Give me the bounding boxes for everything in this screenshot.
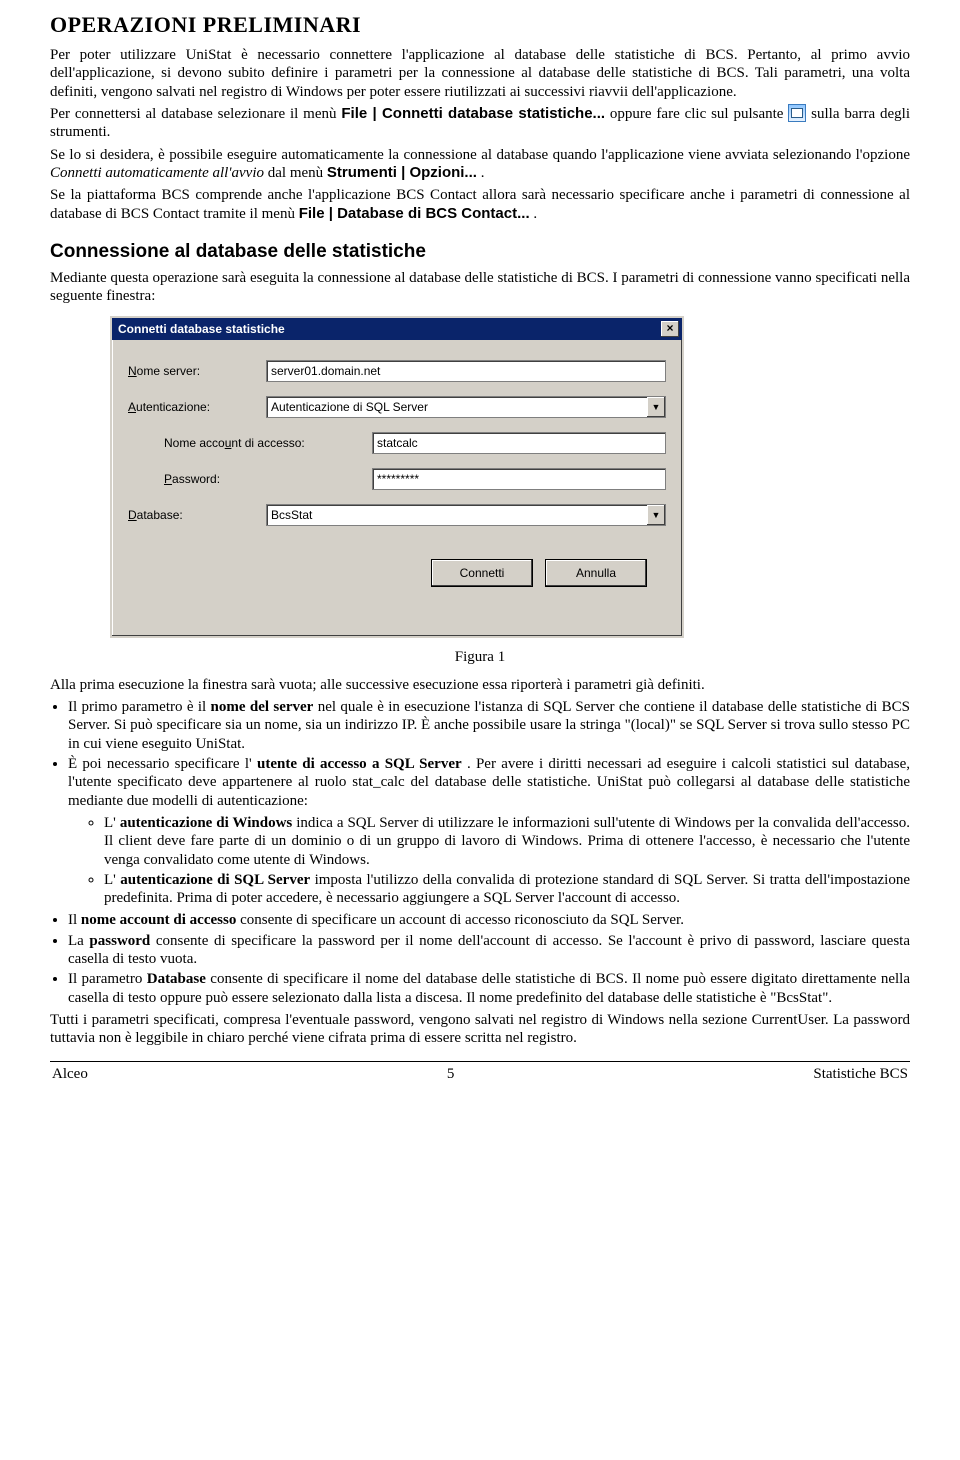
term-password: password — [89, 933, 150, 949]
text: Se lo si desidera, è possibile eseguire … — [50, 147, 910, 163]
list-item: È poi necessario specificare l' utente d… — [68, 755, 910, 907]
dialog-body: Nome server: server01.domain.net Autenti… — [112, 340, 682, 636]
footer-divider — [50, 1061, 910, 1062]
auth-value: Autenticazione di SQL Server — [271, 397, 428, 417]
text: L' — [104, 872, 116, 888]
text: consente di specificare la password per … — [68, 933, 910, 967]
text: Il primo parametro è il — [68, 699, 211, 715]
label-database: Database: — [128, 508, 266, 522]
closing-paragraph: Tutti i parametri specificati, compresa … — [50, 1011, 910, 1048]
text: Il — [68, 912, 81, 928]
list-item: Il nome account di accesso consente di s… — [68, 911, 910, 929]
text: . — [533, 206, 537, 222]
intro-paragraph-2: Per connettersi al database selezionare … — [50, 105, 910, 142]
text: oppure fare clic sul pulsante — [610, 106, 788, 122]
term-utente-accesso: utente di accesso a SQL Server — [257, 756, 462, 772]
dialog-title: Connetti database statistiche — [118, 322, 285, 336]
label-password: Password: — [128, 472, 372, 486]
intro-paragraph-4: Se la piattaforma BCS comprende anche l'… — [50, 186, 910, 223]
menu-ref-file-connetti: File | Connetti database statistiche... — [341, 105, 605, 122]
page-heading: OPERAZIONI PRELIMINARI — [50, 12, 910, 38]
list-item: La password consente di specificare la p… — [68, 932, 910, 969]
cancel-button[interactable]: Annulla — [546, 560, 646, 586]
label-auth: Autenticazione: — [128, 400, 266, 414]
nested-list: L' autenticazione di Windows indica a SQ… — [104, 814, 910, 907]
term-nome-server: nome del server — [211, 699, 314, 715]
text: . — [481, 165, 485, 181]
intro-paragraph-3: Se lo si desidera, è possibile eseguire … — [50, 146, 910, 183]
list-item: Il primo parametro è il nome del server … — [68, 698, 910, 753]
chevron-down-icon[interactable]: ▼ — [647, 397, 665, 417]
text: Per connettersi al database selezionare … — [50, 106, 341, 122]
list-item: Il parametro Database consente di specif… — [68, 970, 910, 1007]
page-footer: Alceo 5 Statistiche BCS — [50, 1066, 910, 1091]
footer-left: Alceo — [52, 1066, 88, 1083]
account-input[interactable]: statcalc — [372, 432, 666, 454]
option-ref: Connetti automaticamente all'avvio — [50, 165, 264, 181]
term-nome-account: nome account di accesso — [81, 912, 236, 928]
menu-ref-strumenti-opzioni: Strumenti | Opzioni... — [327, 164, 477, 181]
section-intro: Mediante questa operazione sarà eseguita… — [50, 269, 910, 306]
password-input[interactable]: ********* — [372, 468, 666, 490]
connect-database-icon — [788, 104, 806, 122]
term-auth-sqlserver: autenticazione di SQL Server — [120, 872, 310, 888]
dialog-titlebar: Connetti database statistiche × — [112, 318, 682, 340]
label-server: Nome server: — [128, 364, 266, 378]
list-item: L' autenticazione di SQL Server imposta … — [104, 871, 910, 908]
text: È poi necessario specificare l' — [68, 756, 252, 772]
auth-combobox[interactable]: Autenticazione di SQL Server ▼ — [266, 396, 666, 418]
server-input[interactable]: server01.domain.net — [266, 360, 666, 382]
database-combobox[interactable]: BcsStat ▼ — [266, 504, 666, 526]
dialog-screenshot: Connetti database statistiche × Nome ser… — [110, 316, 910, 638]
text: dal menù — [268, 165, 327, 181]
text: L' — [104, 815, 116, 831]
chevron-down-icon[interactable]: ▼ — [647, 505, 665, 525]
term-database: Database — [147, 971, 206, 987]
intro-paragraph-1: Per poter utilizzare UniStat è necessari… — [50, 46, 910, 101]
post-figure-paragraph: Alla prima esecuzione la finestra sarà v… — [50, 676, 910, 694]
list-item: L' autenticazione di Windows indica a SQ… — [104, 814, 910, 869]
document-page: OPERAZIONI PRELIMINARI Per poter utilizz… — [0, 0, 960, 1111]
connect-dialog: Connetti database statistiche × Nome ser… — [110, 316, 684, 638]
close-icon[interactable]: × — [661, 321, 679, 337]
term-auth-windows: autenticazione di Windows — [120, 815, 292, 831]
text: Il parametro — [68, 971, 147, 987]
connect-button[interactable]: Connetti — [432, 560, 532, 586]
menu-ref-file-database-contact: File | Database di BCS Contact... — [299, 205, 530, 222]
database-value: BcsStat — [271, 505, 312, 525]
footer-page-number: 5 — [447, 1066, 455, 1083]
figure-caption: Figura 1 — [50, 648, 910, 666]
text: La — [68, 933, 89, 949]
bullet-list: Il primo parametro è il nome del server … — [68, 698, 910, 1007]
footer-right: Statistiche BCS — [813, 1066, 908, 1083]
text: consente di specificare un account di ac… — [240, 912, 684, 928]
label-account: Nome account di accesso: — [128, 436, 372, 450]
section-heading: Connessione al database delle statistich… — [50, 241, 910, 263]
